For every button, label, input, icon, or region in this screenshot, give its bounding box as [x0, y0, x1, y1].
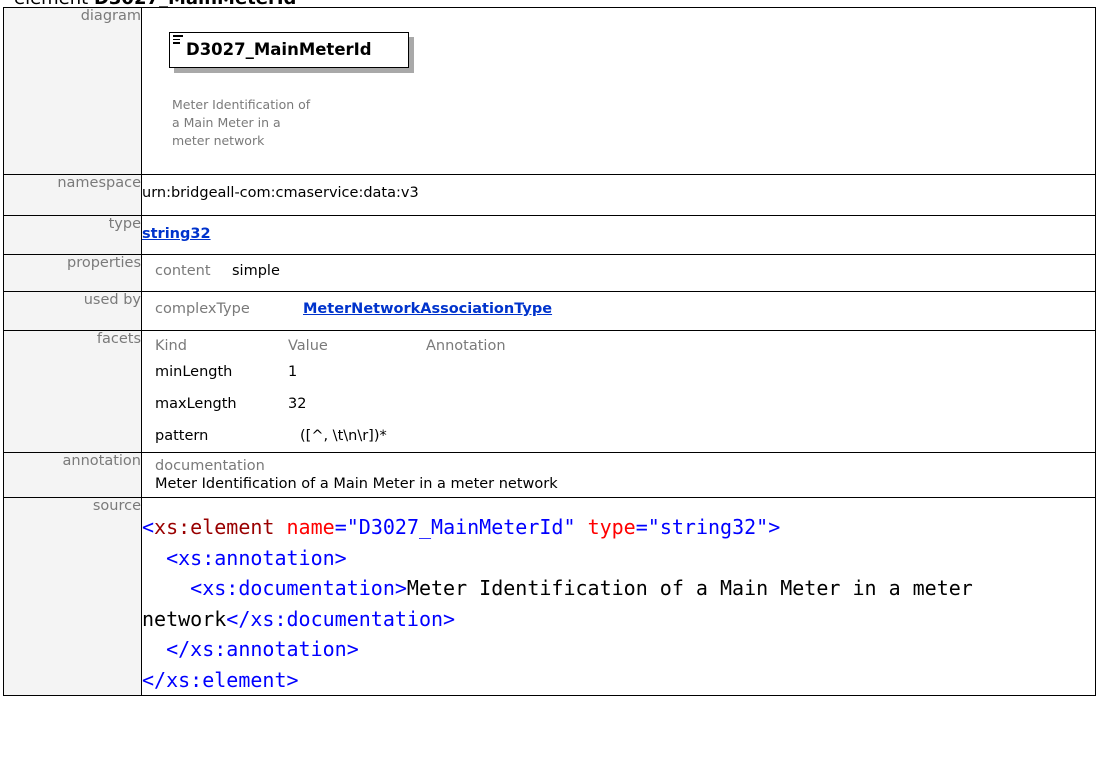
facet-kind: pattern — [155, 428, 209, 444]
row-annotation: annotation documentation Meter Identific… — [3, 452, 1096, 498]
used-by-link[interactable]: MeterNetworkAssociationType — [303, 301, 552, 317]
label-type: type — [3, 215, 142, 255]
schema-diagram: D3027_MainMeterId Meter Identification o… — [142, 8, 1095, 174]
documentation-lines-icon — [173, 35, 183, 46]
label-source: source — [3, 497, 142, 696]
properties-value: simple — [232, 263, 280, 279]
facets-header-kind: Kind — [155, 338, 187, 354]
facet-value: ([^, \t\n\r])* — [300, 428, 387, 444]
diagram-element-name: D3027_MainMeterId — [186, 40, 372, 59]
namespace-value: urn:bridgeall-com:cmaservice:data:v3 — [142, 185, 419, 201]
diagram-description: Meter Identification of a Main Meter in … — [172, 97, 311, 148]
facets-header-value: Value — [288, 338, 328, 354]
facets-header-row: Kind Value Annotation — [155, 336, 1095, 356]
diagram-element-box[interactable]: D3027_MainMeterId — [169, 32, 409, 68]
type-link[interactable]: string32 — [142, 226, 211, 242]
properties-key: content — [155, 263, 211, 279]
facet-kind: minLength — [155, 364, 233, 380]
row-facets: facets Kind Value Annotation minLength 1… — [3, 330, 1096, 453]
facet-row: minLength 1 — [155, 356, 1095, 388]
annotation-header: documentation — [155, 458, 265, 474]
label-properties: properties — [3, 254, 142, 292]
element-doc-table: diagram D3027_MainMeterId Meter Identifi… — [3, 7, 1096, 696]
facet-row: pattern ([^, \t\n\r])* — [155, 420, 1095, 452]
row-diagram: diagram D3027_MainMeterId Meter Identifi… — [3, 7, 1096, 175]
label-facets: facets — [3, 330, 142, 453]
diagram-cell: D3027_MainMeterId Meter Identification o… — [141, 7, 1096, 175]
row-type: type string32 — [3, 215, 1096, 255]
facet-value: 1 — [288, 364, 298, 380]
row-source: source <xs:element name="D3027_MainMeter… — [3, 497, 1096, 696]
label-annotation: annotation — [3, 452, 142, 498]
label-diagram: diagram — [3, 7, 142, 175]
facet-kind: maxLength — [155, 396, 237, 412]
facets-header-annotation: Annotation — [426, 338, 506, 354]
facet-row: maxLength 32 — [155, 388, 1095, 420]
used-by-kind: complexType — [155, 301, 250, 317]
annotation-text: Meter Identification of a Main Meter in … — [155, 476, 558, 492]
row-namespace: namespace urn:bridgeall-com:cmaservice:d… — [3, 174, 1096, 216]
row-properties: properties content simple — [3, 254, 1096, 292]
label-used-by: used by — [3, 291, 142, 331]
row-used-by: used by complexType MeterNetworkAssociati… — [3, 291, 1096, 331]
facet-value: 32 — [288, 396, 307, 412]
xml-source-code: <xs:element name="D3027_MainMeterId" typ… — [142, 515, 985, 692]
facets-table: Kind Value Annotation minLength 1 maxLen… — [142, 331, 1095, 452]
label-namespace: namespace — [3, 174, 142, 216]
